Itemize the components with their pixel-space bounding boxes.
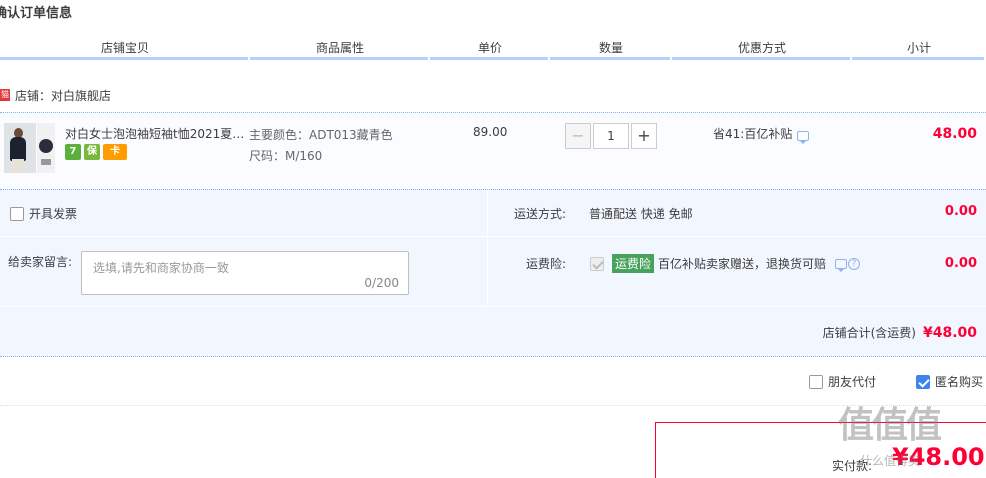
anonymous-purchase-option[interactable]: 匿名购买: [916, 373, 983, 390]
insurance-badge: 运费险: [612, 254, 655, 273]
col-price: 单价: [430, 40, 550, 60]
shop-total: 店铺合计(含运费) ¥48.00: [823, 324, 977, 341]
seller-message-field[interactable]: 选填,请先和商家协商一致 0/200: [81, 251, 409, 295]
friend-pay-label: 朋友代付: [828, 375, 877, 389]
color-attribute: 主要颜色：ADT013藏青色: [249, 128, 393, 142]
page-title: 确认订单信息: [0, 6, 73, 21]
unit-price: 89.00: [473, 125, 508, 139]
help-icon[interactable]: ?: [848, 257, 861, 270]
product-thumbnail[interactable]: [4, 123, 36, 173]
shipping-amount: 0.00: [944, 204, 977, 219]
insurance-text: 百亿补贴卖家赠送，退换货可赔: [658, 257, 827, 271]
watermark-text: 什么值得买: [860, 454, 921, 468]
order-item-row: 对白女士泡泡袖短袖t恤2021夏季新款 7 保 卡 主要颜色：ADT013藏青色…: [0, 112, 986, 188]
message-char-count: 0/200: [364, 276, 399, 290]
product-thumbnail-detail: [37, 123, 55, 173]
insurance-label: 运费险:: [526, 257, 567, 271]
col-subtotal-label: 小计: [906, 41, 931, 55]
shop-line: 猫 店铺：对白旗舰店: [0, 87, 111, 103]
col-price-label: 单价: [477, 41, 502, 55]
chat-bubble-icon[interactable]: [797, 131, 810, 144]
anonymous-purchase-label: 匿名购买: [935, 375, 984, 389]
col-subtotal: 小计: [852, 40, 986, 60]
invoice-label: 开具发票: [29, 207, 78, 221]
order-options: 开具发票 运送方式: 普通配送 快递 免邮 0.00 给卖家留言: 选填,请先和…: [0, 189, 986, 357]
quantity-input[interactable]: 1: [593, 123, 629, 149]
col-attrs: 商品属性: [250, 40, 430, 60]
service-icons: 7 保 卡: [65, 144, 127, 160]
tmall-icon: 猫: [0, 89, 10, 101]
friend-pay-option[interactable]: 朋友代付: [809, 373, 876, 390]
col-item-label: 店铺宝贝: [100, 41, 149, 55]
quantity-stepper: − 1 +: [565, 123, 657, 149]
seven-day-return-icon[interactable]: 7: [65, 144, 81, 160]
shipping-label: 运送方式:: [514, 207, 567, 221]
promotion: 省41:百亿补贴: [713, 125, 810, 144]
col-item: 店铺宝贝: [0, 40, 250, 60]
col-qty-label: 数量: [598, 41, 623, 55]
anonymous-purchase-checkbox[interactable]: [916, 374, 930, 389]
product-attributes: 主要颜色：ADT013藏青色 尺码：M/160: [249, 125, 393, 167]
shipping-method: 普通配送 快递 免邮: [589, 207, 693, 221]
insurance-option: 运费险 百亿补贴卖家赠送，退换货可赔 ?: [590, 254, 861, 273]
friend-pay-checkbox[interactable]: [809, 374, 823, 389]
col-promo: 优惠方式: [672, 40, 852, 60]
invoice-option[interactable]: 开具发票: [10, 205, 77, 222]
promotion-text: 省41:百亿补贴: [713, 127, 793, 141]
increase-quantity-button[interactable]: +: [631, 123, 657, 149]
invoice-checkbox[interactable]: [10, 206, 24, 221]
message-placeholder: 选填,请先和商家协商一致: [93, 261, 229, 275]
watermark-logo: 值值值: [838, 405, 942, 446]
size-attribute: 尺码：M/160: [249, 149, 323, 163]
message-label: 给卖家留言:: [8, 255, 73, 269]
insurance-amount: 0.00: [944, 256, 977, 271]
shop-name-link[interactable]: 店铺：对白旗舰店: [15, 87, 111, 104]
shop-total-amount: ¥48.00: [922, 324, 977, 341]
col-promo-label: 优惠方式: [737, 41, 786, 55]
guarantee-icon[interactable]: 保: [84, 144, 100, 160]
col-qty: 数量: [550, 40, 672, 60]
credit-card-icon[interactable]: 卡: [103, 144, 127, 160]
decrease-quantity-button[interactable]: −: [565, 123, 591, 149]
chat-bubble-icon[interactable]: [835, 258, 848, 272]
column-header: 店铺宝贝 商品属性 单价 数量 优惠方式 小计: [0, 40, 986, 60]
item-subtotal: 48.00: [932, 126, 977, 142]
product-title-link[interactable]: 对白女士泡泡袖短袖t恤2021夏季新款: [65, 125, 245, 142]
insurance-checkbox: [590, 256, 604, 271]
shop-total-label: 店铺合计(含运费): [822, 326, 916, 340]
col-attrs-label: 商品属性: [315, 41, 364, 55]
